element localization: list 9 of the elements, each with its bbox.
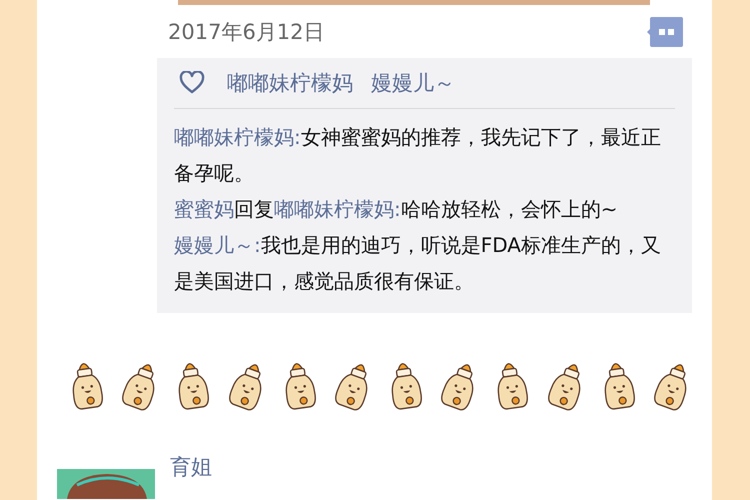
author-name[interactable]: 育姐 — [170, 453, 212, 481]
comment-text: 嫚嫚儿～:我也是用的迪巧，听说是FDA标准生产的，又是美国进口，感觉品质很有保证。 — [174, 232, 662, 295]
comment-icon[interactable] — [647, 17, 683, 47]
post-date: 2017年6月12日 — [167, 19, 325, 46]
comment-text: 蜜蜜妈回复嘟嘟妹柠檬妈:哈哈放轻松，会怀上的~ — [174, 196, 619, 223]
liker-name[interactable]: 嫚嫚儿～ — [371, 69, 455, 97]
liker-name[interactable]: 嘟嘟妹柠檬妈 — [227, 69, 353, 97]
heart-icon — [179, 71, 205, 95]
comment-text: 嘟嘟妹柠檬妈:女神蜜蜜妈的推荐，我先记下了，最近正备孕呢。 — [174, 124, 662, 187]
